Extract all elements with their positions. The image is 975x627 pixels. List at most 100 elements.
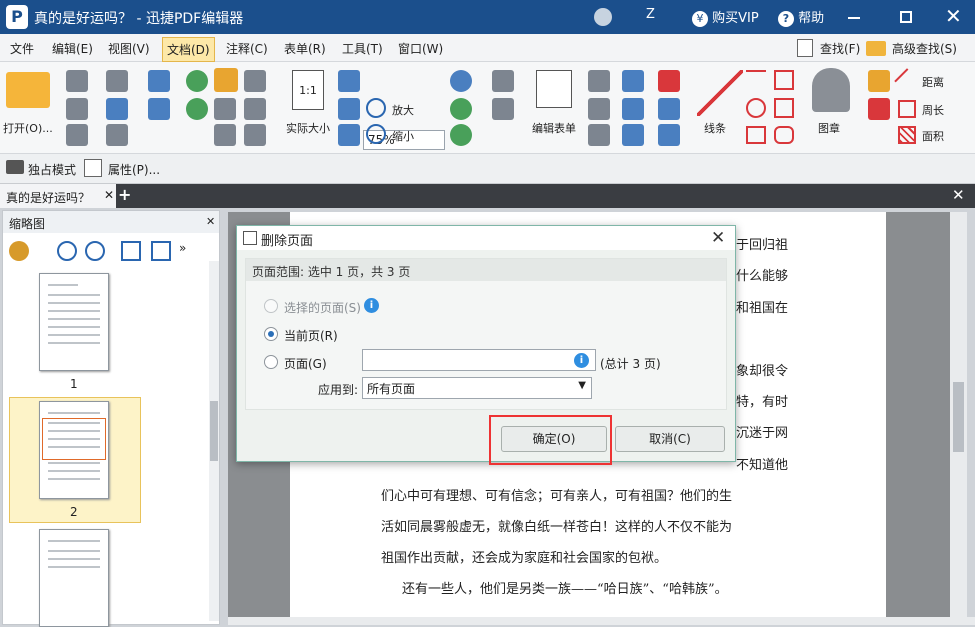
stamp-icon[interactable] xyxy=(812,68,850,112)
menu-file[interactable]: 文件 xyxy=(10,40,34,57)
line-label[interactable]: 线条 xyxy=(704,120,726,136)
pentagon-icon[interactable] xyxy=(774,98,794,118)
search-zoom-icon[interactable] xyxy=(450,70,472,92)
hand-tool-icon[interactable] xyxy=(214,68,238,92)
rotate-left-icon[interactable] xyxy=(450,98,472,120)
zoom-out-thumb-icon[interactable] xyxy=(85,241,105,261)
back-icon[interactable] xyxy=(186,70,208,92)
rotate-cw-thumb-icon[interactable] xyxy=(151,241,171,261)
cloud-shape-icon[interactable] xyxy=(774,126,794,144)
zoom-in-icon[interactable] xyxy=(366,98,386,118)
current-page-radio[interactable] xyxy=(264,327,278,341)
new-doc-icon[interactable] xyxy=(106,124,128,146)
actual-size-label[interactable]: 实际大小 xyxy=(286,120,330,136)
menu-edit[interactable]: 编辑(E) xyxy=(52,40,93,57)
clipboard-icon[interactable] xyxy=(244,98,266,120)
page-thumbnail-1[interactable] xyxy=(39,273,109,371)
actual-size-icon[interactable]: 1:1 xyxy=(292,70,324,110)
stamp-label[interactable]: 图章 xyxy=(818,120,840,136)
menu-form[interactable]: 表单(R) xyxy=(284,40,326,57)
undo-icon[interactable] xyxy=(148,70,170,92)
help-button[interactable]: ? 帮助 xyxy=(778,7,824,27)
rectangle-icon[interactable] xyxy=(746,126,766,144)
tab-document[interactable]: 真的是好运吗？ ✕ xyxy=(0,184,116,208)
page-thumbnail-2[interactable] xyxy=(39,401,109,499)
area-icon[interactable] xyxy=(898,126,916,144)
fit-page-icon[interactable] xyxy=(338,98,360,120)
fit-visible-icon[interactable] xyxy=(338,124,360,146)
maximize-button[interactable] xyxy=(900,11,912,23)
distance-label[interactable]: 距离 xyxy=(922,74,944,90)
edit-form-label[interactable]: 编辑表单 xyxy=(532,120,576,136)
cloud-icon[interactable] xyxy=(106,98,128,120)
gear-icon[interactable] xyxy=(9,241,29,261)
menu-document[interactable]: 文档(D) xyxy=(162,37,215,62)
perimeter-label[interactable]: 周长 xyxy=(922,102,944,118)
open-label[interactable]: 打开(O)... xyxy=(3,120,53,136)
zoom-out-label[interactable]: 缩小 xyxy=(392,128,414,144)
circle-icon[interactable] xyxy=(746,98,766,118)
eraser-icon[interactable] xyxy=(868,98,890,120)
menu-window[interactable]: 窗口(W) xyxy=(398,40,443,57)
apply-to-select[interactable]: 所有页面 ▼ xyxy=(362,377,592,399)
attach-icon[interactable] xyxy=(658,98,680,120)
text-callout-icon[interactable] xyxy=(588,124,610,146)
page-icon[interactable] xyxy=(66,124,88,146)
text-tool-icon[interactable] xyxy=(622,70,644,92)
zoom-in-thumb-icon[interactable] xyxy=(57,241,77,261)
pages-input[interactable] xyxy=(362,349,596,371)
close-window-button[interactable]: ✕ xyxy=(945,4,962,28)
properties-button[interactable]: 属性(P)... xyxy=(108,161,160,178)
polygon-icon[interactable] xyxy=(774,70,794,90)
zoom-out-icon[interactable] xyxy=(366,124,386,144)
theme-icon[interactable] xyxy=(594,8,612,26)
arrow-icon[interactable] xyxy=(746,70,766,90)
rotate-right-icon[interactable] xyxy=(450,124,472,146)
text-box-icon[interactable] xyxy=(588,98,610,120)
zoom-in-label[interactable]: 放大 xyxy=(392,102,414,118)
typewriter-icon[interactable] xyxy=(622,124,644,146)
close-all-tabs-icon[interactable]: ✕ xyxy=(952,186,965,204)
snapshot-icon[interactable] xyxy=(214,124,236,146)
vertical-scrollbar[interactable] xyxy=(950,212,967,617)
page-thumbnail-3[interactable] xyxy=(39,529,109,627)
line-tool-icon[interactable] xyxy=(697,70,743,116)
thumbnail-scrollbar[interactable] xyxy=(209,261,219,621)
tab-close-icon[interactable]: ✕ xyxy=(104,188,114,202)
fit-width-icon[interactable] xyxy=(338,70,360,92)
cancel-button[interactable]: 取消(C) xyxy=(615,426,725,452)
panel-close-icon[interactable]: ✕ xyxy=(206,215,215,228)
find-button[interactable]: 查找(F) xyxy=(820,40,860,57)
pages-radio[interactable] xyxy=(264,355,278,369)
menu-tools[interactable]: 工具(T) xyxy=(342,40,383,57)
area-label[interactable]: 面积 xyxy=(922,128,944,144)
text-field-icon[interactable] xyxy=(588,70,610,92)
pencil-icon[interactable] xyxy=(868,70,890,92)
select-text-icon[interactable] xyxy=(214,98,236,120)
minimize-button[interactable] xyxy=(848,17,860,19)
advanced-find-button[interactable]: 高级查找(S) xyxy=(892,40,957,57)
more-chevron-icon[interactable]: » xyxy=(179,241,186,255)
selected-pages-radio[interactable] xyxy=(264,299,278,313)
strikeout-icon[interactable] xyxy=(622,98,644,120)
menu-comment[interactable]: 注释(C) xyxy=(226,40,268,57)
forward-icon[interactable] xyxy=(186,98,208,120)
add-text-icon[interactable] xyxy=(492,70,514,92)
rotate-ccw-thumb-icon[interactable] xyxy=(121,241,141,261)
menu-view[interactable]: 视图(V) xyxy=(108,40,150,57)
open-folder-icon[interactable] xyxy=(6,72,50,108)
camera-icon[interactable] xyxy=(244,70,266,92)
buy-vip-button[interactable]: ¥ 购买VIP xyxy=(692,7,759,27)
email-icon[interactable] xyxy=(106,70,128,92)
distance-icon[interactable] xyxy=(894,68,920,94)
tools-icon[interactable] xyxy=(244,124,266,146)
exclusive-mode-button[interactable]: 独占模式 xyxy=(28,161,76,178)
new-tab-button[interactable]: + xyxy=(118,185,131,204)
add-image-icon[interactable] xyxy=(492,98,514,120)
note-icon[interactable] xyxy=(658,70,680,92)
user-name[interactable]: Z xyxy=(646,7,655,22)
redo-icon[interactable] xyxy=(148,98,170,120)
print-icon[interactable] xyxy=(66,98,88,120)
dialog-close-button[interactable]: ✕ xyxy=(711,228,725,248)
sound-icon[interactable] xyxy=(658,124,680,146)
